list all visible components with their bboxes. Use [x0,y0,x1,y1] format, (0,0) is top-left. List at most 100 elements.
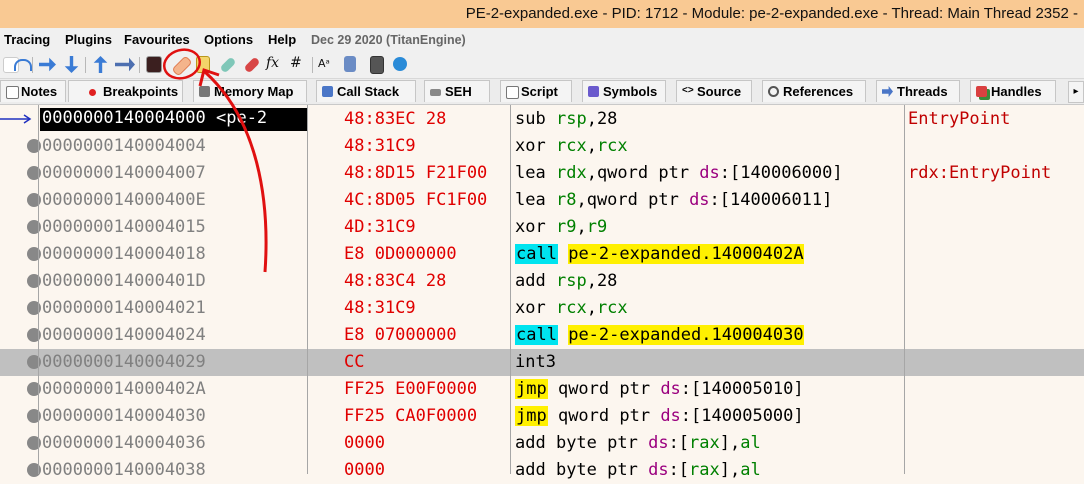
run-to-user-icon[interactable] [39,57,56,72]
animate-icon[interactable] [93,56,108,73]
instruction-token: , [586,271,597,291]
instruction-token: ], [719,460,741,480]
instruction-token: rax [689,433,720,453]
instruction-token: call [515,325,558,345]
disasm-row[interactable]: 0000000140004030 FF25 CA0F0000 jmp qword p… [0,403,1084,430]
module-icon[interactable] [344,56,356,72]
disasm-row[interactable]: 0000000140004000 <pe-2 48:83EC 28 sub rsp,… [0,106,1084,133]
step-over-icon[interactable] [14,59,32,71]
instruction-token: , [586,109,597,129]
instruction-token: xor [515,217,546,237]
execute-till-return-icon[interactable] [64,56,79,73]
instruction-token: xor [515,298,546,318]
disasm-row[interactable]: 0000000140004029 CC int3 [0,349,1084,376]
instruction-token: 140006011 [730,190,823,210]
disasm-row[interactable]: 0000000140004024 E8 07000000 call pe-2-exp… [0,322,1084,349]
instruction-token: ds [689,190,710,210]
tab-label: SEH [445,84,472,99]
instruction-token [546,163,556,183]
menu-help[interactable]: Help [268,32,296,47]
instruction-token: 28 [596,109,618,129]
bytes-cell: 48:8D15 F21F00 [344,163,488,183]
disasm-row[interactable]: 0000000140004004 48:31C9 xor rcx,rcx [0,133,1084,160]
tab-label: Memory Map [214,84,294,99]
instruction-token: xor [515,136,546,156]
disasm-row[interactable]: 000000014000401D 48:83C4 28 add rsp,28 [0,268,1084,295]
address-cell: 0000000140004029 [42,352,206,372]
calculator-icon[interactable] [370,56,384,74]
column-divider[interactable] [510,105,511,474]
instruction-token: 28 [596,271,618,291]
tab-call-stack[interactable]: Call Stack [316,80,416,102]
bytes-cell: E8 0D000000 [344,244,457,264]
comment-icon[interactable] [196,56,210,73]
tab-source[interactable]: <> Source [676,80,752,102]
instruction-token: rdx [555,163,587,183]
instruction-token: ] [793,379,804,399]
disasm-row[interactable]: 0000000140004021 48:31C9 xor rcx,rcx [0,295,1084,322]
menu-plugins[interactable]: Plugins [65,32,112,47]
tab-seh[interactable]: SEH [424,80,490,102]
disasm-row[interactable]: 000000014000402A FF25 E00F0000 jmp qword p… [0,376,1084,403]
comment-cell: rdx:EntryPoint [908,163,1052,183]
instruction-token: rcx [596,136,628,156]
address-cell: 0000000140004021 [42,298,206,318]
column-divider[interactable] [38,105,39,474]
address-cell: 0000000140004024 [42,325,206,345]
disasm-row[interactable]: 0000000140004018 E8 0D000000 call pe-2-exp… [0,241,1084,268]
tab-script[interactable]: Script [500,80,572,102]
column-divider[interactable] [904,105,905,474]
instruction-token: lea [515,190,546,210]
column-divider[interactable] [307,105,308,474]
font-icon[interactable]: Aᵃ [318,57,335,74]
disasm-row[interactable]: 000000014000400E 4C:8D05 FC1F00 lea r8,qwo… [0,187,1084,214]
menu-favourites[interactable]: Favourites [124,32,190,47]
disasm-row[interactable]: 0000000140004007 48:8D15 F21F00 lea rdx,qw… [0,160,1084,187]
tab-handles[interactable]: Handles [970,80,1056,102]
tab-references[interactable]: References [762,80,866,102]
web-icon[interactable] [393,57,407,71]
tab-symbols[interactable]: Symbols [582,80,666,102]
patch-icon[interactable] [171,55,193,77]
instruction-token: :[ [719,163,741,183]
trace-icon[interactable] [115,57,135,72]
hash-icon[interactable]: # [290,55,307,72]
instruction-token: , [586,163,597,183]
tab-label: Call Stack [337,84,400,99]
instruction-cell: call pe-2-expanded.14000402A [515,244,804,265]
instruction-cell: lea rdx,qword ptr ds:[140006000] [515,163,843,184]
instruction-token [546,109,556,129]
tab-threads[interactable]: Threads [876,80,960,102]
address-cell: 000000014000401D [42,271,206,291]
menu-options[interactable]: Options [204,32,253,47]
instruction-token: add [515,271,546,291]
instruction-token: ] [822,190,833,210]
cpu-icon[interactable] [146,56,162,73]
disasm-row[interactable]: 0000000140004015 4D:31C9 xor r9,r9 [0,214,1084,241]
instruction-token: r8 [555,190,577,210]
instruction-token: al [740,460,761,480]
menu-tracing[interactable]: Tracing [4,32,50,47]
tab-memory-map[interactable]: Memory Map [193,80,307,102]
instruction-token [546,298,556,318]
address-cell: 0000000140004018 [42,244,206,264]
instruction-cell: lea r8,qword ptr ds:[140006011] [515,190,832,211]
address-cell: 0000000140004038 [42,460,206,480]
instruction-token [546,136,556,156]
instruction-token: ] [832,163,843,183]
instruction-token: ds [699,163,720,183]
tabs-scroll-button[interactable]: ▸ [1068,81,1084,103]
function-icon[interactable]: fx [266,55,284,73]
handles-icon [976,86,987,97]
instruction-token: byte ptr [545,433,649,453]
disasm-row[interactable]: 0000000140004038 0000 add byte ptr ds:[rax… [0,457,1084,484]
tab-breakpoints[interactable]: Breakpoints [68,80,183,102]
bookmark-icon[interactable] [243,56,261,74]
instruction-token: ds [660,379,681,399]
disassembly-view[interactable]: 0000000140004000 <pe-2 48:83EC 28 sub rsp,… [0,105,1084,480]
tab-bar: Notes Breakpoints Memory Map Call Stack … [0,79,1084,105]
script-icon [506,86,519,99]
tab-notes[interactable]: Notes [0,80,66,102]
disasm-row[interactable]: 0000000140004036 0000 add byte ptr ds:[rax… [0,430,1084,457]
label-icon[interactable] [219,56,237,74]
